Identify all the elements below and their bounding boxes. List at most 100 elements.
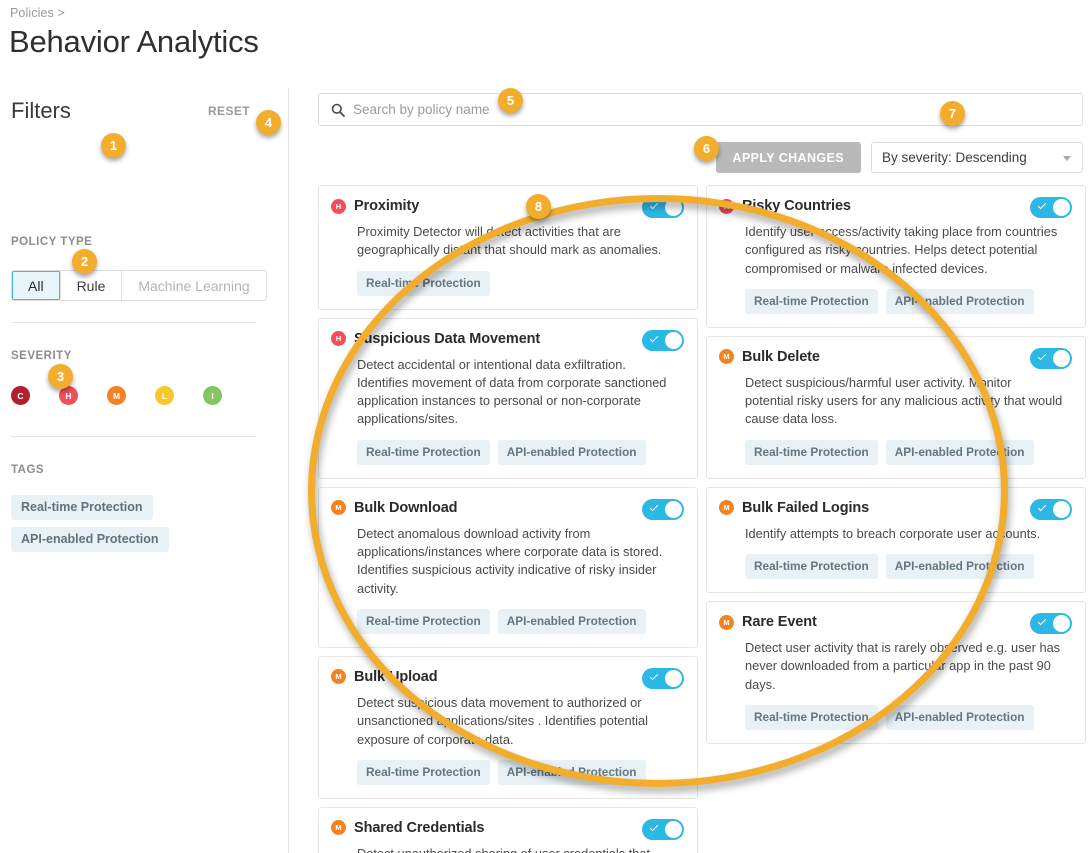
policy-enable-toggle[interactable] [642,329,684,351]
policy-card[interactable]: M Rare Event Detect user activity that is … [706,601,1086,744]
policy-card-header: H Proximity [331,198,683,214]
policy-tag-chip[interactable]: Real-time Protection [745,704,878,730]
policy-title: Bulk Delete [742,348,820,365]
policy-tag-chip[interactable]: Real-time Protection [745,288,878,314]
toggle-knob [665,669,682,687]
search-input[interactable] [353,102,1082,117]
severity-badge: M [331,820,346,836]
check-icon [649,502,659,512]
apply-changes-button[interactable]: APPLY CHANGES [715,142,861,173]
policy-title: Proximity [354,198,420,214]
policy-title: Bulk Upload [354,668,438,685]
policy-type-option-all[interactable]: All [12,271,61,300]
severity-badge: M [331,500,346,516]
annotation-badge-2: 2 [72,249,97,274]
reset-filters-link[interactable]: RESET [208,104,250,118]
check-icon [649,200,659,210]
page-root: Policies > Behavior Analytics Filters RE… [0,0,1088,853]
policy-enable-toggle[interactable] [1030,347,1072,369]
policy-type-label: POLICY TYPE [11,236,93,248]
policy-enable-toggle[interactable] [1030,197,1072,218]
policy-type-segmented-control[interactable]: All Rule Machine Learning [11,270,267,301]
policy-card[interactable]: M Bulk Download Detect anomalous download … [318,486,698,648]
policy-tags: Real-time Protection API-enabled Protecti… [745,439,1071,465]
policy-tag-chip[interactable]: API-enabled Protection [497,439,646,465]
policy-card-header: M Bulk Failed Logins [719,500,1071,516]
policy-tag-chip[interactable]: API-enabled Protection [885,704,1034,730]
policy-tag-chip[interactable]: API-enabled Protection [885,554,1034,580]
policy-card[interactable]: M Bulk Delete Detect suspicious/harmful us… [706,335,1086,479]
severity-filter-critical[interactable]: C [11,386,30,405]
page-title: Behavior Analytics [9,24,259,59]
tag-filter-realtime-protection[interactable]: Real-time Protection [11,495,153,520]
annotation-badge-8: 8 [526,194,551,219]
policy-enable-toggle[interactable] [642,197,684,218]
policy-type-option-machine-learning: Machine Learning [122,271,266,300]
policy-description: Detect suspicious data movement to autho… [357,694,648,747]
policy-tag-chip[interactable]: API-enabled Protection [497,759,646,785]
policy-type-option-rule[interactable]: Rule [60,271,123,300]
filters-sidebar: Filters RESET POLICY TYPE All Rule Machi… [0,88,288,853]
check-icon [649,822,659,832]
policy-card-header: H Risky Countries [719,198,1071,214]
severity-badge: M [719,500,734,516]
annotation-badge-7: 7 [940,101,965,126]
annotation-badge-3: 3 [48,364,73,389]
policy-description: Detect accidental or intentional data ex… [357,356,667,427]
severity-filter-medium[interactable]: M [107,386,126,405]
policy-title: Rare Event [742,614,817,631]
policy-tag-chip[interactable]: Real-time Protection [357,608,490,634]
policy-description: Proximity Detector will detect activitie… [357,224,662,258]
sort-dropdown[interactable]: By severity: Descending [871,142,1083,173]
policy-description: Detect user activity that is rarely obse… [745,640,1061,692]
policy-title: Bulk Download [354,499,458,516]
toggle-knob [1053,500,1070,518]
policy-tag-chip[interactable]: Real-time Protection [745,554,878,580]
policy-card-header: M Bulk Delete [719,349,1071,365]
severity-filter-info[interactable]: I [203,386,222,405]
toggle-knob [665,199,682,216]
severity-filter-row[interactable]: CHMLI [11,386,251,405]
toggle-knob [1053,199,1070,216]
policy-enable-toggle[interactable] [642,498,684,520]
policy-tags: Real-time Protection API-enabled Protecti… [745,554,1071,580]
severity-badge: M [331,669,346,685]
policy-card[interactable]: H Suspicious Data Movement Detect accident… [318,317,698,479]
policy-card[interactable]: H Risky Countries Identify user access/act… [706,185,1086,328]
policy-card[interactable]: M Bulk Upload Detect suspicious data movem… [318,655,698,799]
policy-tag-chip[interactable]: API-enabled Protection [885,439,1034,465]
breadcrumb[interactable]: Policies > [10,6,65,20]
check-icon [649,333,659,342]
policy-tags: Real-time Protection API-enabled Protecti… [357,759,683,785]
policy-tags: Real-time Protection [357,270,683,296]
policy-card-header: M Bulk Upload [331,669,683,685]
policy-enable-toggle[interactable] [1030,498,1072,520]
policy-tag-chip[interactable]: Real-time Protection [357,439,490,465]
policy-card[interactable]: H Proximity Proximity Detector will detect… [318,185,698,310]
policy-tags: Real-time Protection API-enabled Protecti… [745,704,1071,730]
check-icon [1037,200,1047,210]
policy-card-header: M Bulk Download [331,500,683,516]
chevron-down-icon [1063,156,1071,161]
policy-tag-chip[interactable]: Real-time Protection [745,439,878,465]
policy-enable-toggle[interactable] [642,667,684,689]
sort-dropdown-value: By severity: Descending [882,150,1027,165]
policy-card[interactable]: M Bulk Failed Logins Identify attempts to … [706,486,1086,594]
policy-tag-chip[interactable]: Real-time Protection [357,270,490,296]
policy-card[interactable]: M Shared Credentials Detect unauthorized s… [318,806,698,853]
policy-enable-toggle[interactable] [1030,613,1072,635]
policy-card-header: M Shared Credentials [331,820,683,836]
filters-heading: Filters [11,98,71,123]
sidebar-divider-1 [11,322,256,323]
annotation-badge-1: 1 [101,133,126,158]
check-icon [1037,616,1047,626]
search-bar[interactable] [318,93,1083,126]
tag-filter-api-enabled-protection[interactable]: API-enabled Protection [11,527,169,552]
policy-enable-toggle[interactable] [642,818,684,840]
policy-tag-chip[interactable]: Real-time Protection [357,759,490,785]
policy-tag-chip[interactable]: API-enabled Protection [885,288,1034,314]
policy-tag-chip[interactable]: API-enabled Protection [497,608,646,634]
severity-filter-low[interactable]: L [155,386,174,405]
policy-title: Bulk Failed Logins [742,499,870,516]
severity-badge: H [719,198,734,214]
